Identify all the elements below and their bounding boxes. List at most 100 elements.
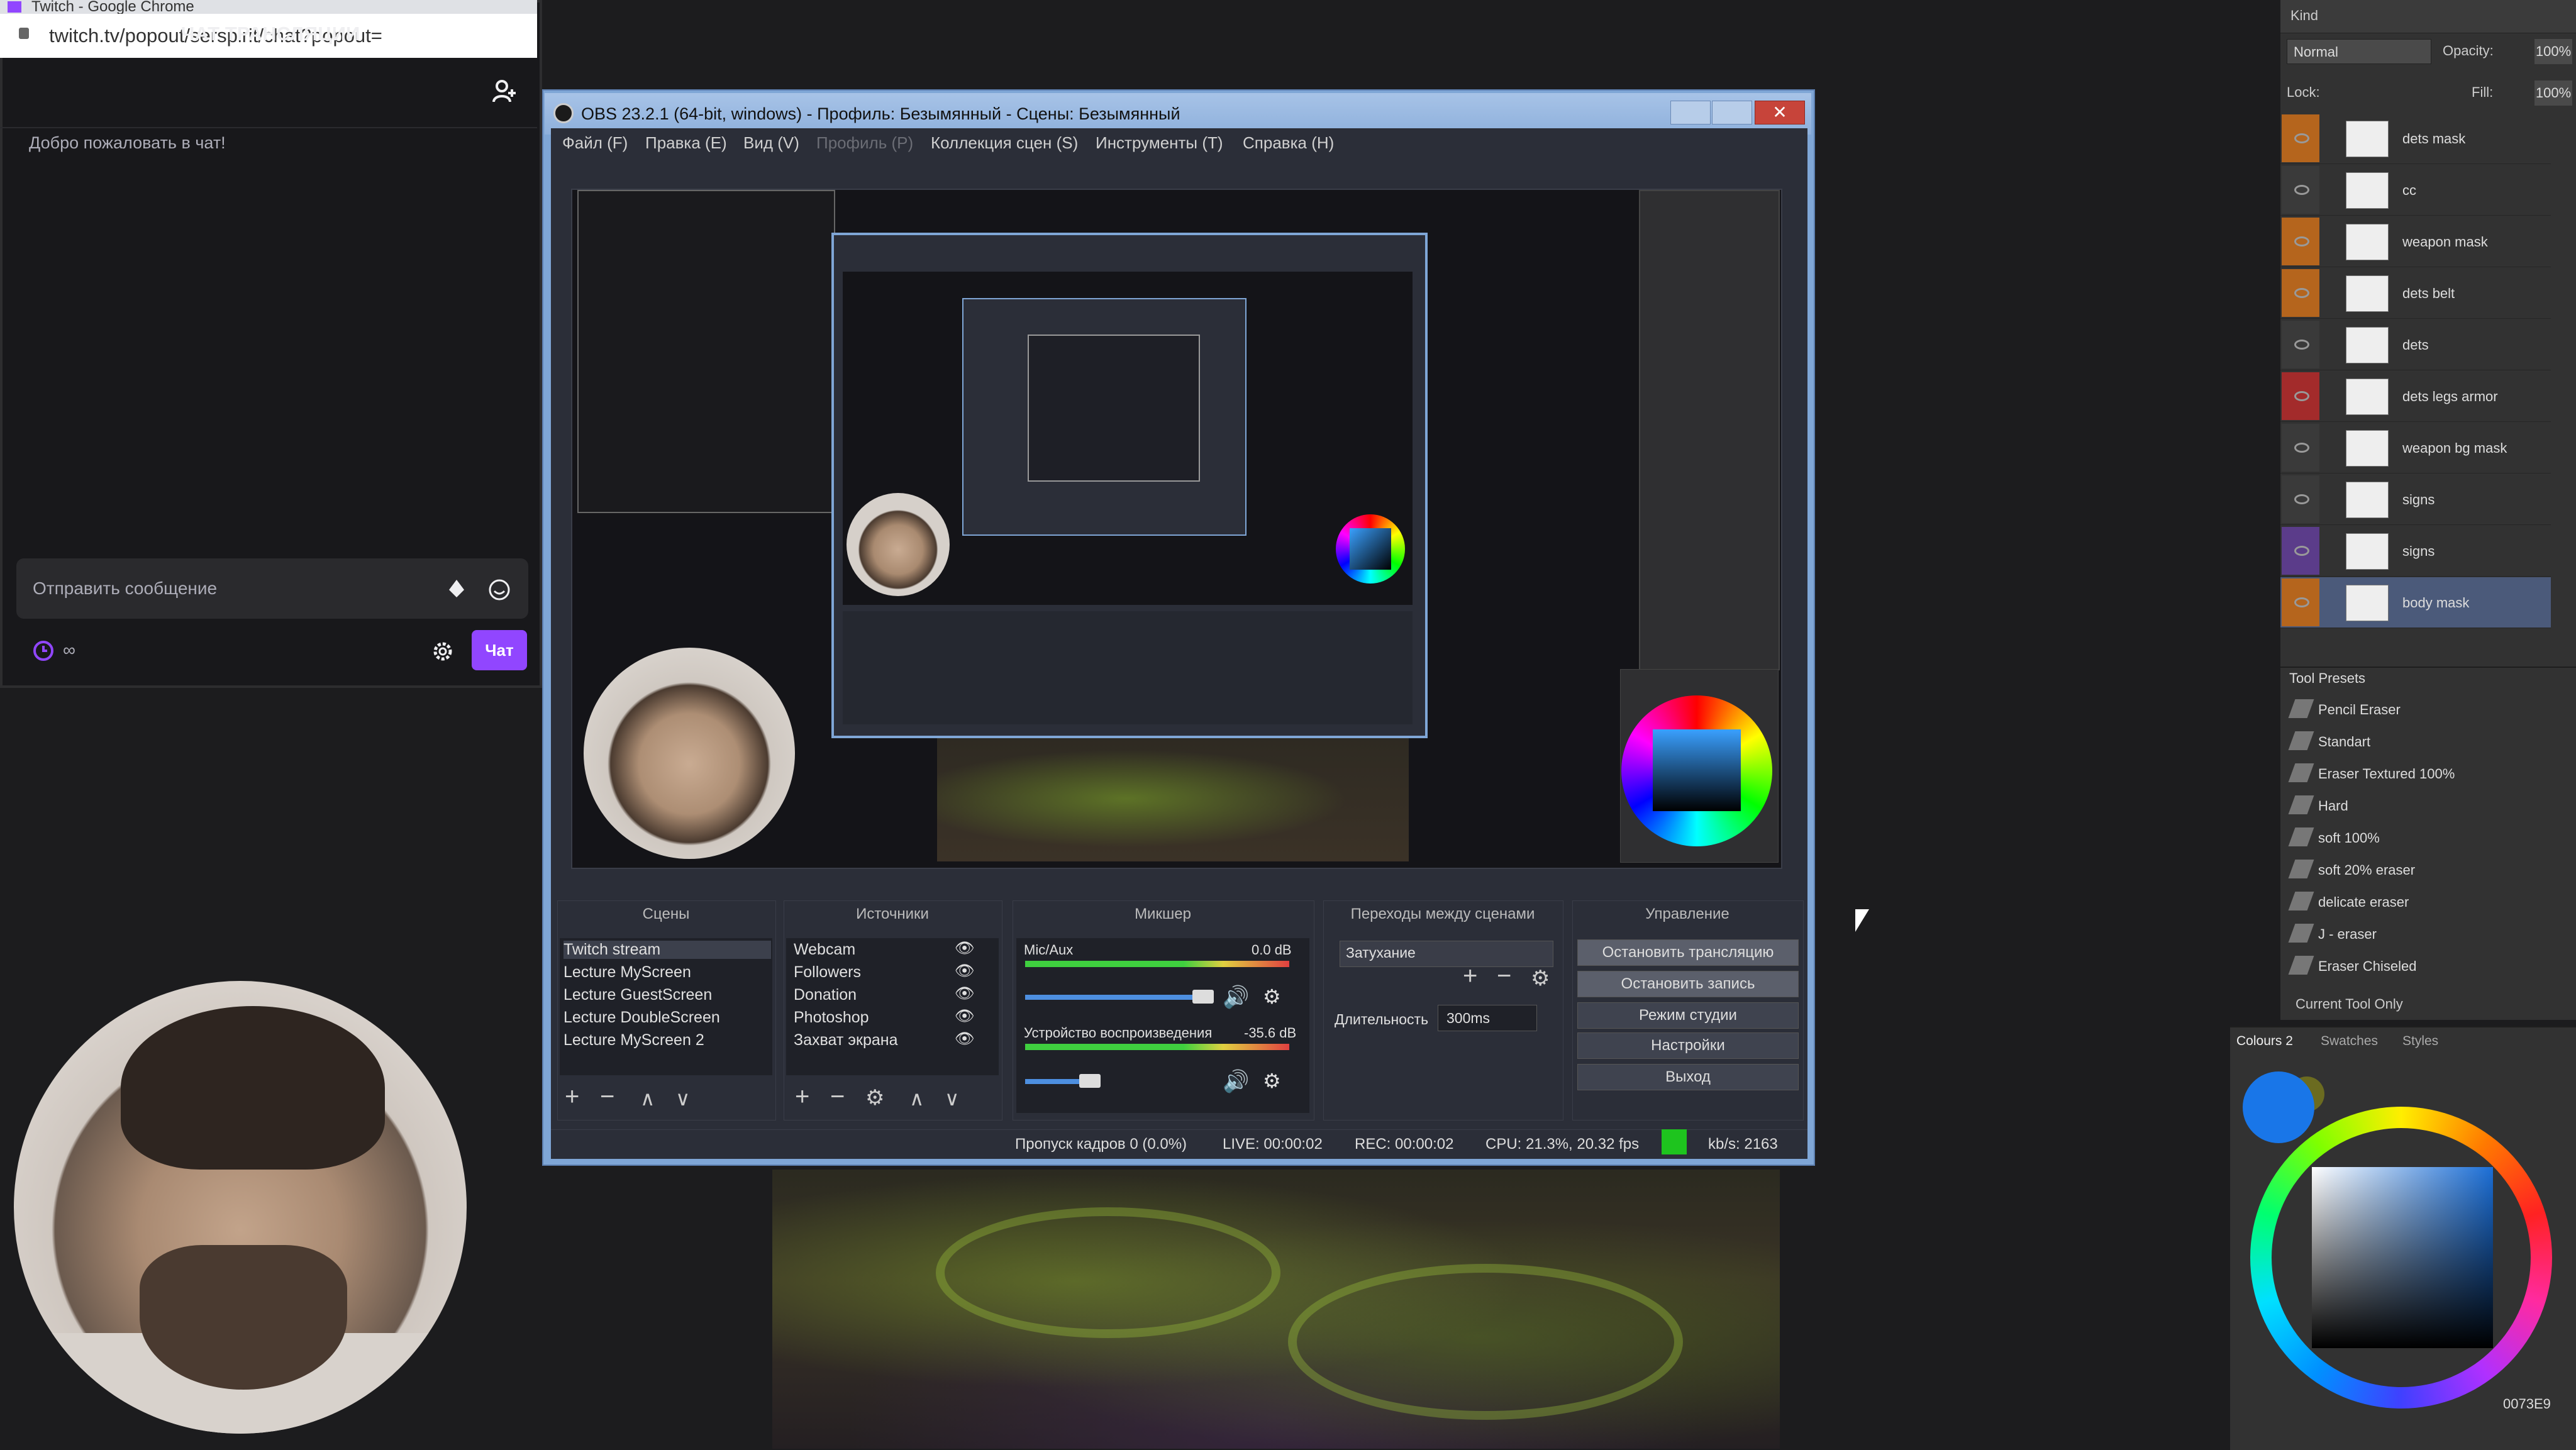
menu-tools[interactable]: Инструменты (T) xyxy=(1096,133,1223,153)
add-scene-button[interactable]: + xyxy=(565,1083,579,1111)
layer-visibility-eye-icon[interactable] xyxy=(2294,185,2309,195)
minimize-button[interactable] xyxy=(1670,101,1711,125)
tab-swatches[interactable]: Swatches xyxy=(2321,1034,2378,1049)
tool-preset-item[interactable]: delicate eraser xyxy=(2318,894,2409,910)
bits-icon[interactable] xyxy=(447,578,467,599)
menu-profile[interactable]: Профиль (P) xyxy=(816,133,913,153)
tool-preset-item[interactable]: Standart xyxy=(2318,734,2370,750)
layer-visibility-eye-icon[interactable] xyxy=(2294,288,2309,298)
layer-visibility-eye-icon[interactable] xyxy=(2294,236,2309,246)
remove-scene-button[interactable]: − xyxy=(600,1083,614,1111)
layer-name[interactable]: weapon mask xyxy=(2402,234,2488,250)
stop-recording-button[interactable]: Остановить запись xyxy=(1577,971,1799,997)
exit-button[interactable]: Выход xyxy=(1577,1064,1799,1090)
tool-preset-item[interactable]: J - eraser xyxy=(2318,926,2377,943)
layer-visibility-eye-icon[interactable] xyxy=(2294,443,2309,453)
tab-colours[interactable]: Colours 2 xyxy=(2236,1034,2293,1049)
move-up-icon[interactable]: ∧ xyxy=(640,1087,655,1110)
fader-knob[interactable] xyxy=(1192,990,1214,1004)
visibility-eye-icon[interactable]: 👁 xyxy=(955,1030,975,1048)
settings-button[interactable]: Настройки xyxy=(1577,1032,1799,1059)
move-down-icon[interactable]: ∨ xyxy=(675,1087,690,1110)
source-item[interactable]: Photoshop xyxy=(794,1009,869,1027)
menu-edit[interactable]: Правка (E) xyxy=(645,133,727,153)
layer-thumbnail xyxy=(2346,585,2389,621)
layer-visibility-eye-icon[interactable] xyxy=(2294,340,2309,350)
source-item[interactable]: Donation xyxy=(794,986,857,1004)
speaker-icon[interactable]: 🔊 xyxy=(1223,985,1249,1010)
transition-gear-icon[interactable]: ⚙ xyxy=(1531,966,1550,991)
layer-visibility-eye-icon[interactable] xyxy=(2294,391,2309,401)
visibility-eye-icon[interactable]: 👁 xyxy=(955,1007,975,1026)
scene-item[interactable]: Lecture MyScreen xyxy=(564,963,691,982)
scene-item[interactable]: Twitch stream xyxy=(564,941,771,959)
menu-file[interactable]: Файл (F) xyxy=(562,133,628,153)
source-item[interactable]: Webcam xyxy=(794,941,855,959)
chat-settings-gear-icon[interactable] xyxy=(430,639,455,664)
opacity-input[interactable]: 100% xyxy=(2534,39,2572,64)
remove-source-button[interactable]: − xyxy=(830,1083,845,1111)
fill-input[interactable]: 100% xyxy=(2534,80,2572,106)
fader-knob[interactable] xyxy=(1079,1074,1101,1088)
tab-styles[interactable]: Styles xyxy=(2402,1034,2438,1049)
stop-streaming-button[interactable]: Остановить трансляцию xyxy=(1577,939,1799,966)
studio-mode-button[interactable]: Режим студии xyxy=(1577,1002,1799,1029)
maximize-button[interactable] xyxy=(1712,101,1752,125)
layer-name[interactable]: signs xyxy=(2402,543,2434,560)
channel-points-icon[interactable] xyxy=(31,639,55,663)
layer-visibility-eye-icon[interactable] xyxy=(2294,597,2309,607)
tool-preset-item[interactable]: Eraser Textured 100% xyxy=(2318,766,2455,782)
move-up-icon[interactable]: ∧ xyxy=(909,1087,924,1110)
layer-name[interactable]: dets xyxy=(2402,337,2429,353)
add-source-button[interactable]: + xyxy=(795,1083,809,1111)
transition-selected: Затухание xyxy=(1346,944,1416,961)
mixer-gear-icon[interactable]: ⚙ xyxy=(1263,985,1281,1009)
layer-name[interactable]: cc xyxy=(2402,182,2416,199)
layer-visibility-eye-icon[interactable] xyxy=(2294,133,2309,143)
layer-name[interactable]: weapon bg mask xyxy=(2402,440,2507,457)
emote-icon[interactable] xyxy=(488,578,511,601)
close-button[interactable]: ✕ xyxy=(1755,101,1805,125)
mixer-gear-icon[interactable]: ⚙ xyxy=(1263,1069,1281,1093)
layer-name[interactable]: dets legs armor xyxy=(2402,389,2498,405)
source-item[interactable]: Захват экрана xyxy=(794,1031,897,1049)
source-item[interactable]: Followers xyxy=(794,963,861,982)
mixer-channel-name: Устройство воспроизведения xyxy=(1024,1025,1213,1041)
layer-visibility-eye-icon[interactable] xyxy=(2294,494,2309,504)
menu-help[interactable]: Справка (H) xyxy=(1243,133,1334,153)
filter-kind[interactable]: Kind xyxy=(2290,8,2318,24)
menu-view[interactable]: Вид (V) xyxy=(743,133,799,153)
tool-preset-item[interactable]: soft 20% eraser xyxy=(2318,862,2415,878)
hex-value[interactable]: 0073E9 xyxy=(2503,1396,2551,1412)
remove-transition-button[interactable]: − xyxy=(1497,962,1511,990)
users-icon[interactable] xyxy=(492,78,518,104)
foreground-color-swatch[interactable] xyxy=(2243,1071,2314,1143)
tool-preset-item[interactable]: soft 100% xyxy=(2318,830,2380,846)
blend-mode-select[interactable]: Normal xyxy=(2287,39,2431,64)
tool-preset-item[interactable]: Hard xyxy=(2318,798,2348,814)
channel-points-value: ∞ xyxy=(63,640,75,660)
menu-scene-collection[interactable]: Коллекция сцен (S) xyxy=(931,133,1078,153)
scene-item[interactable]: Lecture MyScreen 2 xyxy=(564,1031,704,1049)
scene-item[interactable]: Lecture GuestScreen xyxy=(564,986,712,1004)
move-down-icon[interactable]: ∨ xyxy=(945,1087,959,1110)
tool-preset-item[interactable]: Pencil Eraser xyxy=(2318,702,2401,718)
layer-visibility-eye-icon[interactable] xyxy=(2294,546,2309,556)
visibility-eye-icon[interactable]: 👁 xyxy=(955,939,975,958)
layer-name[interactable]: body mask xyxy=(2402,595,2469,611)
layer-name[interactable]: dets belt xyxy=(2402,285,2455,302)
scene-item[interactable]: Lecture DoubleScreen xyxy=(564,1009,720,1027)
layer-name[interactable]: signs xyxy=(2402,492,2434,508)
source-settings-gear-icon[interactable]: ⚙ xyxy=(865,1085,884,1110)
chat-send-button[interactable]: Чат xyxy=(472,630,527,670)
visibility-eye-icon[interactable]: 👁 xyxy=(955,962,975,980)
nested-photoshop-layers xyxy=(1639,190,1780,670)
tool-preset-item[interactable]: Eraser Chiseled xyxy=(2318,958,2417,975)
visibility-eye-icon[interactable]: 👁 xyxy=(955,985,975,1003)
add-transition-button[interactable]: + xyxy=(1463,962,1477,990)
speaker-icon[interactable]: 🔊 xyxy=(1223,1069,1249,1094)
saturation-brightness-box[interactable] xyxy=(2312,1167,2493,1348)
volume-fader[interactable] xyxy=(1025,995,1208,1000)
layer-name[interactable]: dets mask xyxy=(2402,131,2465,147)
current-tool-only-checkbox[interactable]: Current Tool Only xyxy=(2296,996,2403,1012)
